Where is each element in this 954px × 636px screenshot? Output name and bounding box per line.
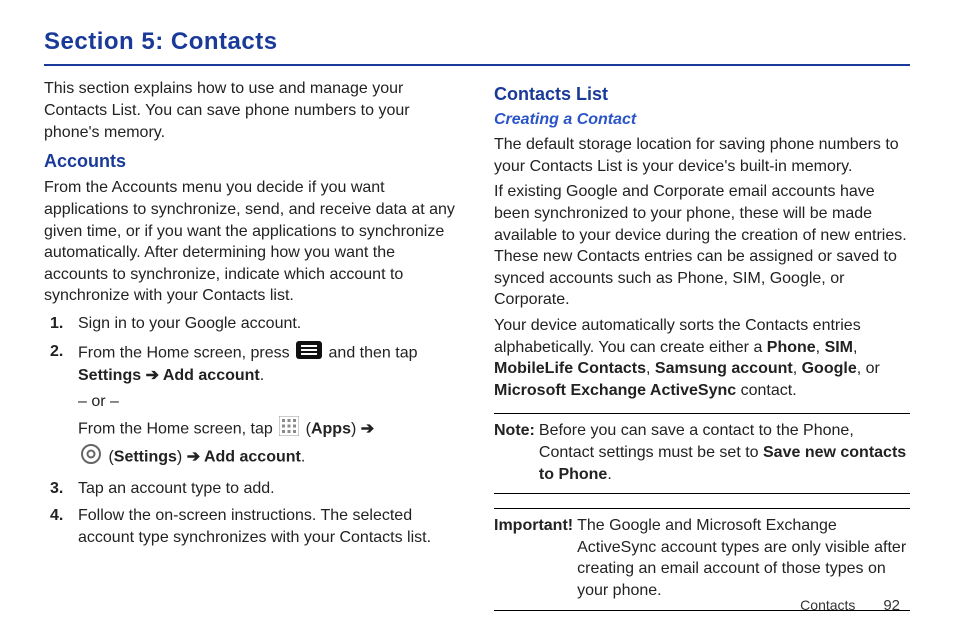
important-body: The Google and Microsoft Exchange Active… [577,515,910,601]
sim-label: SIM [825,339,853,356]
contacts-paragraph: The default storage location for saving … [494,134,910,177]
step-item: Follow the on-screen instructions. The s… [44,505,460,548]
step-item: Tap an account type to add. [44,478,460,500]
contacts-paragraph: Your device automatically sorts the Cont… [494,315,910,401]
step-item: From the Home screen, press and then tap… [44,341,460,472]
note-block: Note: Before you can save a contact to t… [494,413,910,494]
add-account-label: Add account [163,367,260,384]
accounts-heading: Accounts [44,149,460,173]
menu-icon [296,341,322,366]
samsung-label: Samsung account [655,360,793,377]
content-columns: This section explains how to use and man… [44,76,910,610]
step-text: From the Home screen, tap [78,421,277,438]
contacts-list-heading: Contacts List [494,82,910,106]
footer-section: Contacts [800,597,855,613]
page-number: 92 [883,597,900,614]
right-column: Contacts List Creating a Contact The def… [494,76,910,610]
step-or: – or – [78,391,460,413]
settings-label: Settings [114,449,177,466]
page-footer: Contacts 92 [800,596,900,616]
arrow-icon: ➔ [146,367,163,384]
important-label: Important! [494,515,573,601]
apps-grid-icon [279,416,299,443]
step-text: Sign in to your Google account. [78,315,301,332]
mseas-label: Microsoft Exchange ActiveSync [494,382,736,399]
accounts-paragraph: From the Accounts menu you decide if you… [44,177,460,307]
phone-label: Phone [767,339,816,356]
note-body: Before you can save a contact to the Pho… [539,420,910,485]
note-label: Note: [494,420,535,485]
step-alt: From the Home screen, tap (Apps) ➔ [78,416,460,471]
contacts-paragraph: If existing Google and Corporate email a… [494,181,910,311]
apps-label: Apps [311,421,351,438]
step-text: and then tap [329,344,418,361]
para-text: contact. [736,382,796,399]
step-text: Tap an account type to add. [78,480,275,497]
step-item: Sign in to your Google account. [44,313,460,335]
creating-contact-heading: Creating a Contact [494,109,910,131]
step-text: Follow the on-screen instructions. The s… [78,507,431,546]
section-title: Section 5: Contacts [44,26,910,66]
accounts-steps: Sign in to your Google account. From the… [44,313,460,548]
intro-paragraph: This section explains how to use and man… [44,78,460,143]
settings-label: Settings [78,367,141,384]
arrow-icon: ➔ [361,421,374,438]
google-label: Google [802,360,857,377]
left-column: This section explains how to use and man… [44,76,460,610]
mobilelife-label: MobileLife Contacts [494,360,646,377]
arrow-icon: ➔ [187,449,204,466]
para-text: , or [857,360,880,377]
settings-gear-icon [80,443,102,472]
add-account-label: Add account [204,449,301,466]
step-text: From the Home screen, press [78,344,294,361]
